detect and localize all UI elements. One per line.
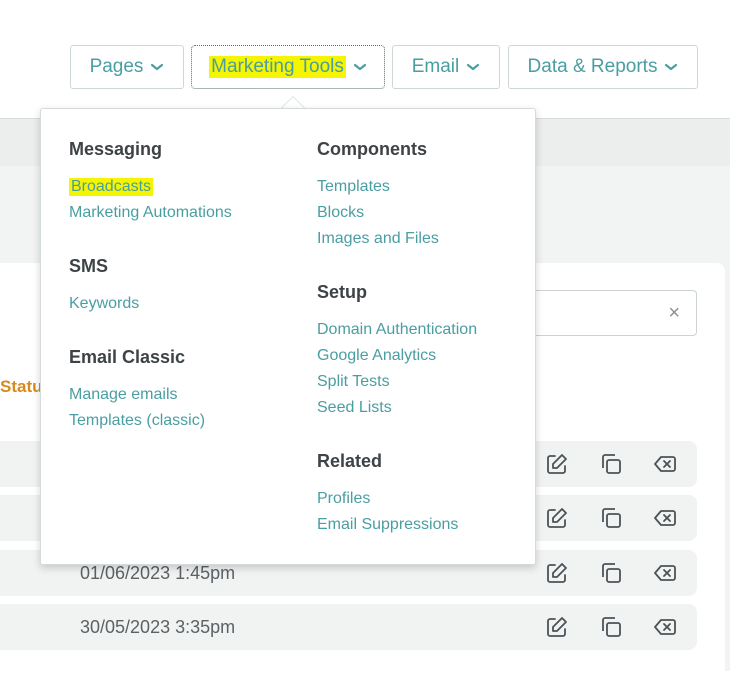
section-heading-components: Components: [317, 139, 427, 159]
status-column-label: Statu: [0, 377, 43, 396]
chevron-down-icon: [353, 63, 366, 71]
nav-marketing-tools-button[interactable]: Marketing Tools: [191, 45, 385, 89]
nav-data-reports-button[interactable]: Data & Reports: [508, 45, 698, 89]
edit-icon[interactable]: [545, 615, 569, 639]
menu-item-seed-lists[interactable]: Seed Lists: [317, 399, 392, 417]
menu-item-profiles[interactable]: Profiles: [317, 490, 370, 508]
nav-data-reports-label: Data & Reports: [527, 56, 658, 77]
nav-pages-button[interactable]: Pages: [70, 45, 184, 89]
delete-icon[interactable]: [653, 506, 677, 530]
menu-item-email-suppressions[interactable]: Email Suppressions: [317, 516, 458, 534]
edit-icon[interactable]: [545, 452, 569, 476]
edit-icon[interactable]: [545, 561, 569, 585]
menu-item-keywords[interactable]: Keywords: [69, 295, 139, 313]
menu-item-blocks[interactable]: Blocks: [317, 204, 364, 222]
chevron-down-icon: [467, 63, 480, 71]
close-icon[interactable]: ×: [668, 303, 680, 323]
menu-item-templates-classic[interactable]: Templates (classic): [69, 412, 205, 430]
menu-item-broadcasts[interactable]: Broadcasts: [69, 178, 154, 196]
chevron-down-icon: [151, 63, 164, 71]
nav-marketing-tools-label: Marketing Tools: [209, 56, 346, 78]
menu-item-images-and-files[interactable]: Images and Files: [317, 230, 439, 248]
section-heading-sms: SMS: [69, 256, 109, 276]
section-heading-messaging: Messaging: [69, 139, 163, 159]
row-date: 30/05/2023 3:35pm: [80, 617, 236, 637]
search-input[interactable]: ×: [520, 290, 697, 336]
menu-item-manage-emails[interactable]: Manage emails: [69, 386, 178, 404]
delete-icon[interactable]: [653, 561, 677, 585]
section-heading-email-classic: Email Classic: [69, 347, 186, 367]
menu-item-templates[interactable]: Templates: [317, 178, 390, 196]
copy-icon[interactable]: [599, 506, 623, 530]
nav-email-label: Email: [411, 56, 460, 77]
menu-item-google-analytics[interactable]: Google Analytics: [317, 347, 436, 365]
copy-icon[interactable]: [599, 452, 623, 476]
menu-item-domain-authentication[interactable]: Domain Authentication: [317, 321, 477, 339]
chevron-down-icon: [665, 63, 678, 71]
delete-icon[interactable]: [653, 452, 677, 476]
table-row[interactable]: 30/05/2023 3:35pm: [0, 604, 697, 650]
nav-pages-label: Pages: [89, 56, 144, 77]
section-heading-related: Related: [317, 451, 383, 471]
marketing-tools-dropdown: Messaging Broadcasts Marketing Automatio…: [40, 108, 536, 565]
menu-item-marketing-automations[interactable]: Marketing Automations: [69, 204, 232, 222]
edit-icon[interactable]: [545, 506, 569, 530]
nav-email-button[interactable]: Email: [392, 45, 500, 89]
menu-item-split-tests[interactable]: Split Tests: [317, 373, 390, 391]
section-heading-setup: Setup: [317, 282, 368, 302]
row-date: 01/06/2023 1:45pm: [80, 563, 236, 583]
copy-icon[interactable]: [599, 615, 623, 639]
copy-icon[interactable]: [599, 561, 623, 585]
delete-icon[interactable]: [653, 615, 677, 639]
